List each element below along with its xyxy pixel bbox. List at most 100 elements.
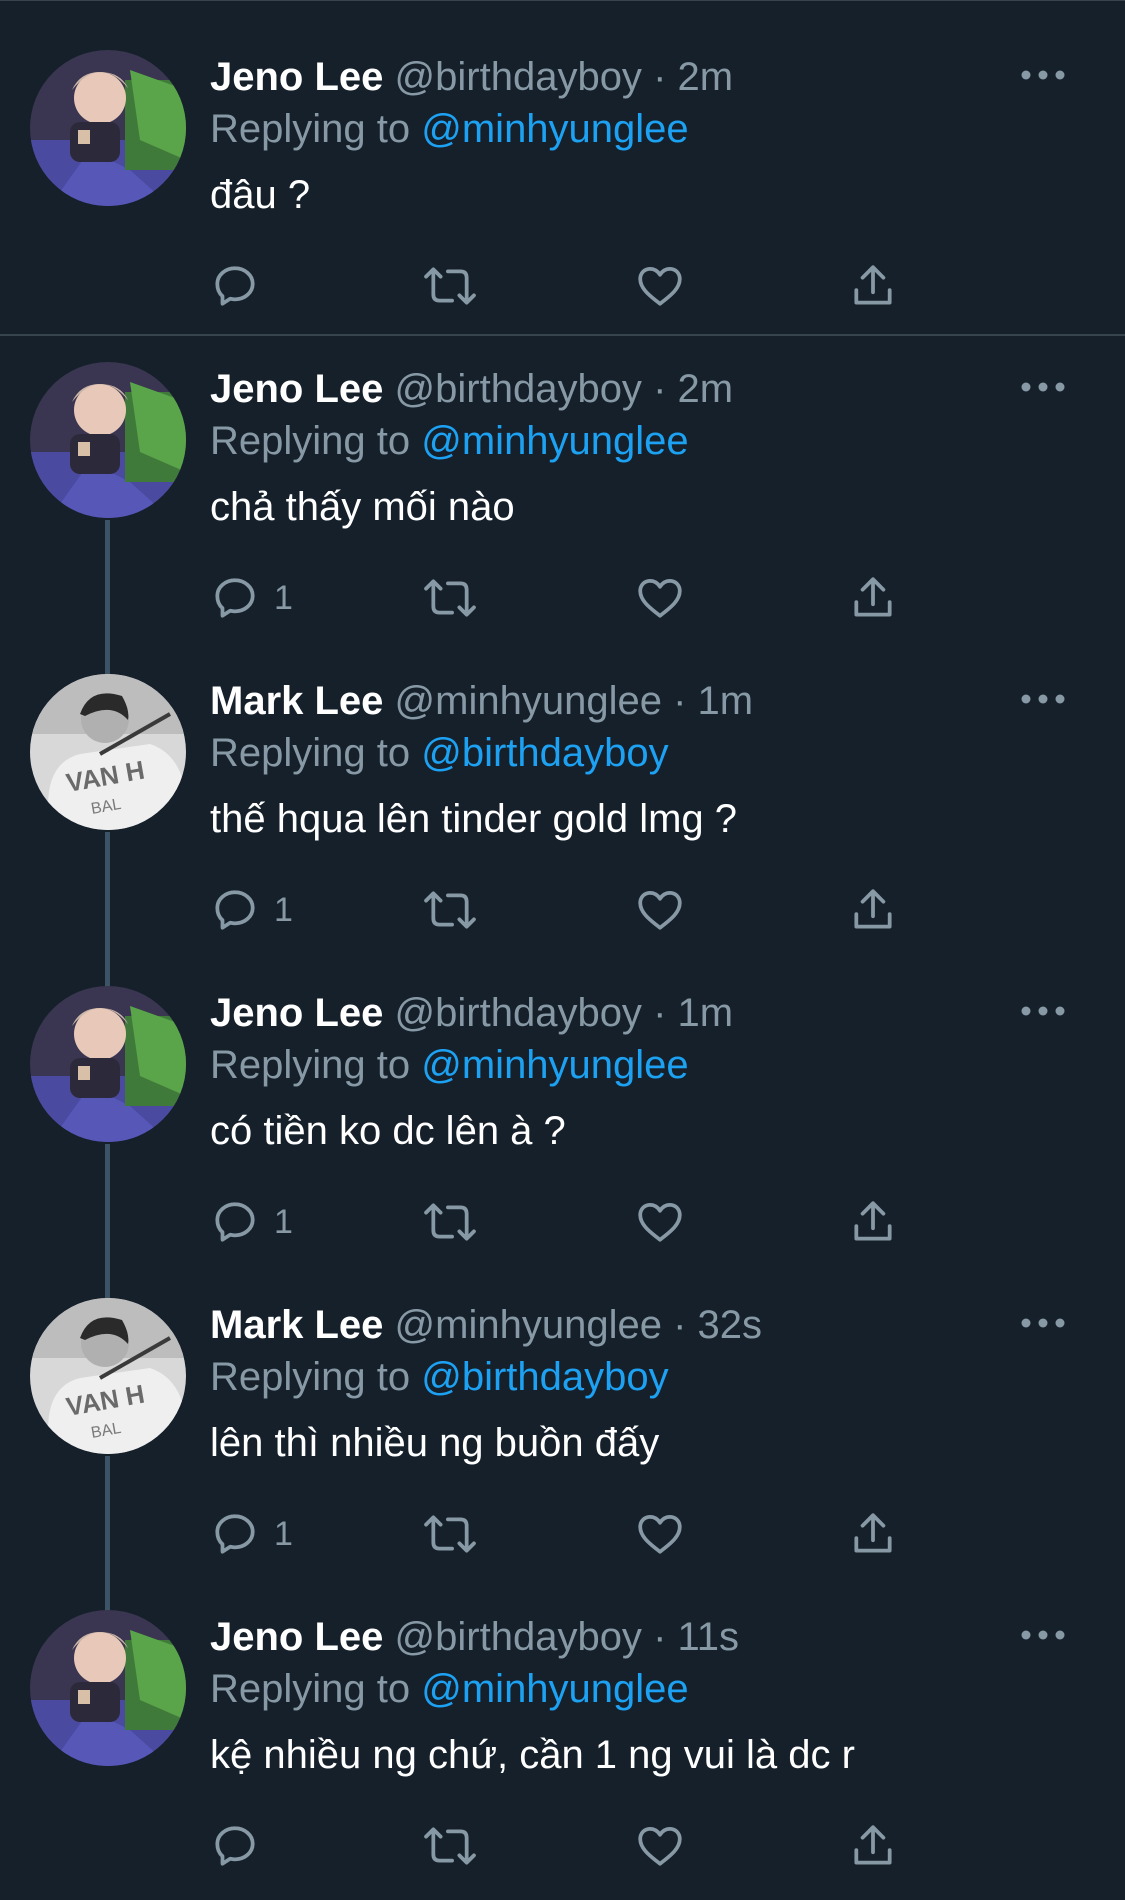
tweet[interactable]: Jeno Lee @birthdayboy · 11s Replying to …	[0, 1560, 1125, 1872]
more-options-icon[interactable]	[1018, 1620, 1068, 1650]
share-button[interactable]	[848, 570, 898, 626]
reply-button[interactable]	[210, 258, 274, 314]
separator: ·	[673, 1303, 687, 1347]
user-handle[interactable]: @birthdayboy	[395, 367, 642, 411]
like-button[interactable]	[635, 1506, 685, 1562]
reply-button[interactable]: 1	[210, 882, 293, 938]
separator: ·	[653, 55, 667, 99]
replying-prefix: Replying to	[210, 731, 411, 775]
tweet[interactable]: VAN H BAL Mark Lee @minhyunglee · 1m Rep…	[0, 624, 1125, 936]
more-options-icon[interactable]	[1018, 996, 1068, 1026]
user-handle[interactable]: @birthdayboy	[395, 1615, 642, 1659]
tweet-text: kệ nhiều ng chứ, cần 1 ng vui là dc r	[210, 1733, 855, 1777]
avatar[interactable]	[30, 362, 186, 518]
tweet-actions: 1	[210, 1194, 910, 1250]
like-button[interactable]	[635, 570, 685, 626]
heart-icon	[638, 579, 682, 618]
tweet-actions: 1	[210, 1506, 910, 1562]
avatar[interactable]	[30, 986, 186, 1142]
mark-avatar-image: VAN H BAL	[30, 674, 186, 830]
reply-button[interactable]: 1	[210, 1506, 293, 1562]
mention-link[interactable]: @birthdayboy	[421, 1355, 668, 1399]
display-name[interactable]: Mark Lee	[210, 679, 383, 723]
like-button[interactable]	[635, 258, 685, 314]
display-name[interactable]: Jeno Lee	[210, 55, 383, 99]
heart-icon	[638, 891, 682, 930]
more-options-icon[interactable]	[1018, 372, 1068, 402]
share-button[interactable]	[848, 882, 898, 938]
reply-count: 1	[274, 1514, 293, 1553]
timestamp[interactable]: 2m	[678, 55, 734, 99]
avatar[interactable]	[30, 50, 186, 206]
timestamp[interactable]: 32s	[698, 1303, 763, 1347]
retweet-button[interactable]	[422, 1194, 478, 1250]
tweet[interactable]: Jeno Lee @birthdayboy · 2m Replying to @…	[0, 0, 1125, 336]
retweet-icon	[424, 1203, 476, 1241]
replying-to: Replying to @minhyunglee	[210, 1664, 689, 1714]
user-handle[interactable]: @minhyunglee	[395, 1303, 662, 1347]
reply-count: 1	[274, 1202, 293, 1241]
avatar[interactable]: VAN H BAL	[30, 674, 186, 830]
avatar[interactable]	[30, 1610, 186, 1766]
tweet-header: Jeno Lee @birthdayboy · 1m	[210, 988, 733, 1038]
display-name[interactable]: Mark Lee	[210, 1303, 383, 1347]
tweet-header: Jeno Lee @birthdayboy · 11s	[210, 1612, 739, 1662]
display-name[interactable]: Jeno Lee	[210, 1615, 383, 1659]
reply-icon	[215, 1514, 255, 1554]
more-options-icon[interactable]	[1018, 60, 1068, 90]
like-button[interactable]	[635, 882, 685, 938]
avatar[interactable]: VAN H BAL	[30, 1298, 186, 1454]
timestamp[interactable]: 1m	[698, 679, 754, 723]
display-name[interactable]: Jeno Lee	[210, 367, 383, 411]
share-icon	[854, 1825, 892, 1865]
reply-button[interactable]	[210, 1818, 274, 1874]
replying-to: Replying to @minhyunglee	[210, 416, 689, 466]
share-button[interactable]	[848, 1194, 898, 1250]
retweet-icon	[424, 267, 476, 305]
mark-avatar-image: VAN H BAL	[30, 1298, 186, 1454]
share-icon	[854, 1513, 892, 1553]
retweet-button[interactable]	[422, 882, 478, 938]
retweet-icon	[424, 1515, 476, 1553]
retweet-button[interactable]	[422, 258, 478, 314]
mention-link[interactable]: @minhyunglee	[421, 107, 688, 151]
tweet[interactable]: Jeno Lee @birthdayboy · 2m Replying to @…	[0, 312, 1125, 624]
separator: ·	[653, 1615, 667, 1659]
replying-prefix: Replying to	[210, 1355, 411, 1399]
replying-prefix: Replying to	[210, 107, 411, 151]
more-options-icon[interactable]	[1018, 684, 1068, 714]
timestamp[interactable]: 2m	[678, 367, 734, 411]
share-icon	[854, 889, 892, 929]
timestamp[interactable]: 11s	[678, 1615, 740, 1659]
share-button[interactable]	[848, 258, 898, 314]
replying-to: Replying to @minhyunglee	[210, 1040, 689, 1090]
mention-link[interactable]: @minhyunglee	[421, 1667, 688, 1711]
share-button[interactable]	[848, 1506, 898, 1562]
share-icon	[854, 265, 892, 305]
reply-button[interactable]: 1	[210, 1194, 293, 1250]
mention-link[interactable]: @minhyunglee	[421, 419, 688, 463]
reply-count: 1	[274, 578, 293, 617]
replying-prefix: Replying to	[210, 1043, 411, 1087]
user-handle[interactable]: @minhyunglee	[395, 679, 662, 723]
timestamp[interactable]: 1m	[678, 991, 734, 1035]
more-options-icon[interactable]	[1018, 1308, 1068, 1338]
reply-icon	[215, 1202, 255, 1242]
share-button[interactable]	[848, 1818, 898, 1874]
tweet-header: Jeno Lee @birthdayboy · 2m	[210, 52, 733, 102]
retweet-button[interactable]	[422, 1818, 478, 1874]
like-button[interactable]	[635, 1194, 685, 1250]
retweet-icon	[424, 891, 476, 929]
retweet-button[interactable]	[422, 570, 478, 626]
tweet[interactable]: Jeno Lee @birthdayboy · 1m Replying to @…	[0, 936, 1125, 1248]
like-button[interactable]	[635, 1818, 685, 1874]
user-handle[interactable]: @birthdayboy	[395, 55, 642, 99]
display-name[interactable]: Jeno Lee	[210, 991, 383, 1035]
mention-link[interactable]: @birthdayboy	[421, 731, 668, 775]
user-handle[interactable]: @birthdayboy	[395, 991, 642, 1035]
mention-link[interactable]: @minhyunglee	[421, 1043, 688, 1087]
retweet-button[interactable]	[422, 1506, 478, 1562]
reply-button[interactable]: 1	[210, 570, 293, 626]
tweet[interactable]: VAN H BAL Mark Lee @minhyunglee · 32s Re…	[0, 1248, 1125, 1560]
jeno-avatar-image	[30, 1610, 186, 1766]
